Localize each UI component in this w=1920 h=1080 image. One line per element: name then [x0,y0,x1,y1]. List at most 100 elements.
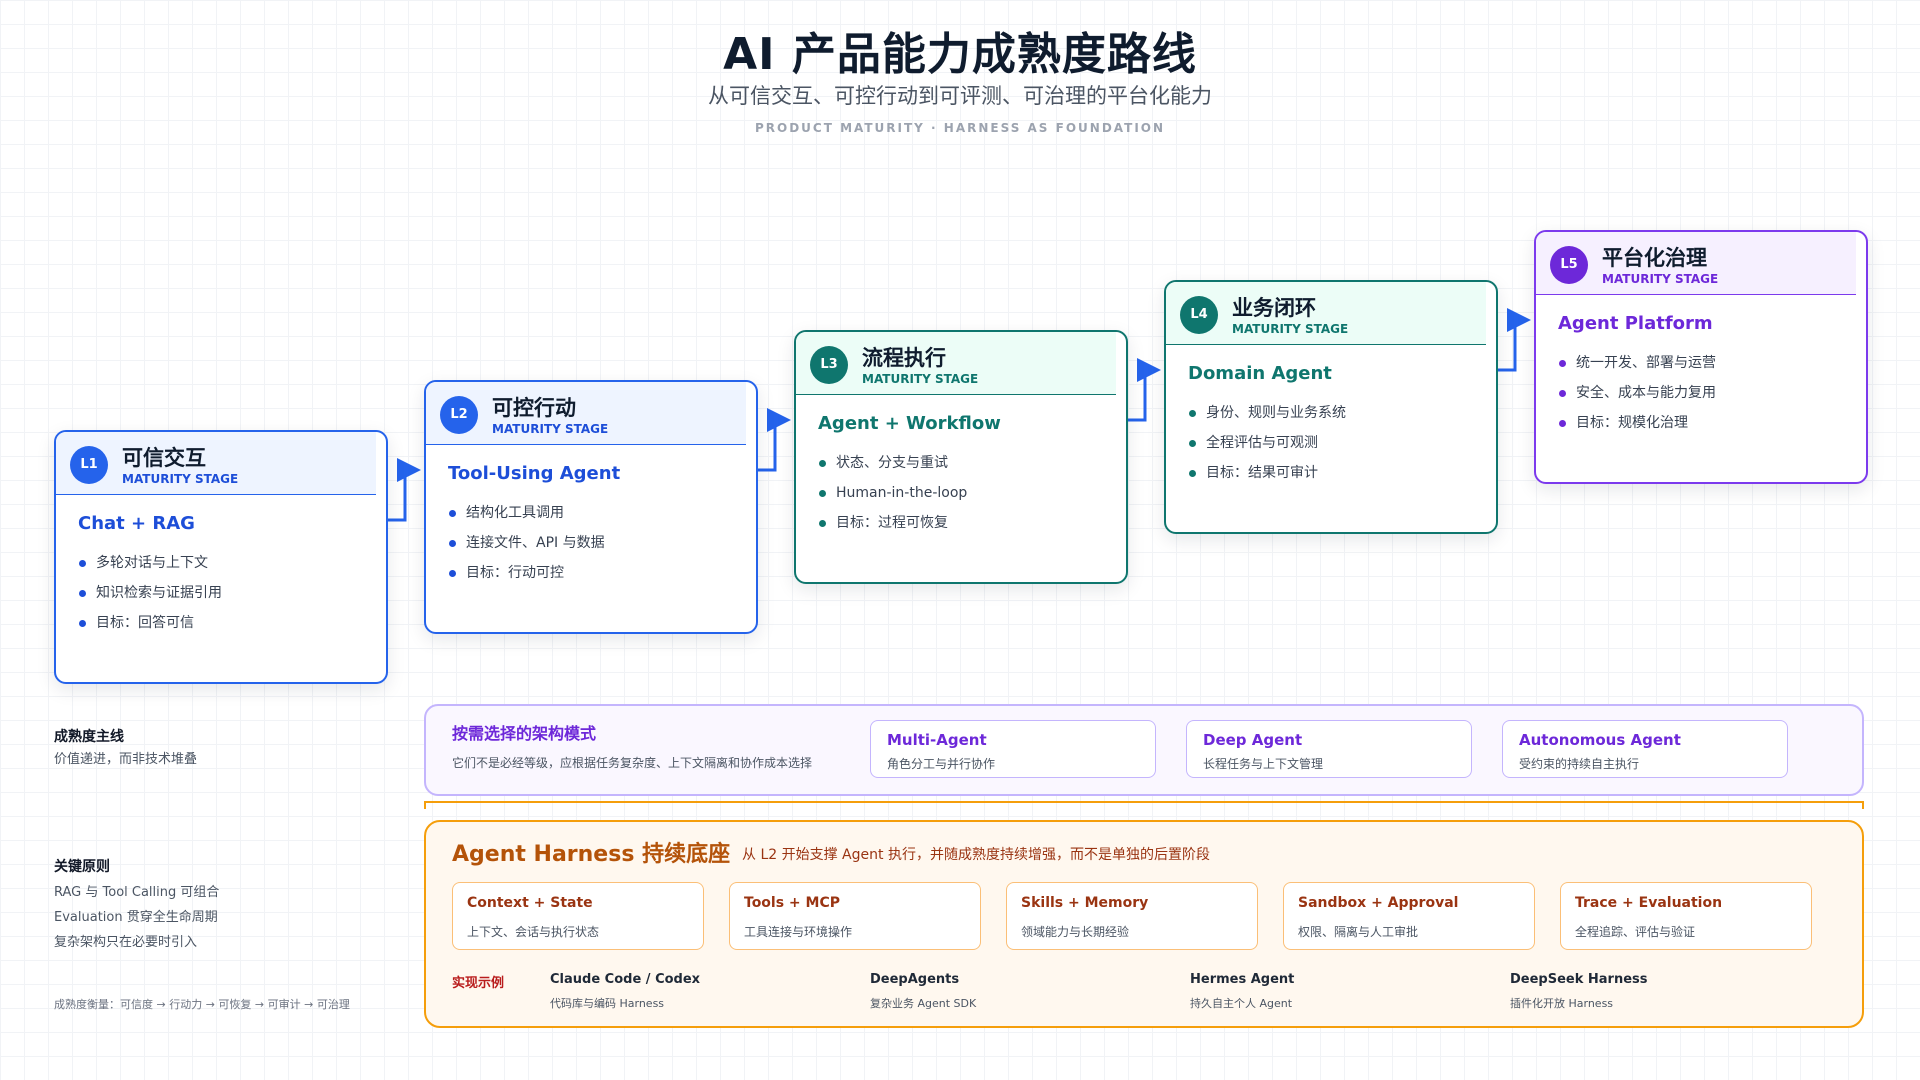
component-desc: 权限、隔离与人工审批 [1298,925,1419,939]
example-name: Hermes Agent [1190,972,1295,987]
level-badge: L5 [1550,246,1588,284]
example-claude-code: Claude Code / Codex 代码库与编码 Harness [550,972,700,1011]
example-desc: 复杂业务 Agent SDK [870,997,977,1010]
level-badge: L4 [1180,296,1218,334]
example-desc: 代码库与编码 Harness [550,997,665,1010]
pattern-name: Autonomous Agent [1519,731,1681,749]
mainline-text: 价值递进，而非技术堆叠 [54,752,198,767]
examples-label: 实现示例 [452,976,505,991]
harness-card-trace: Trace + Evaluation 全程追踪、评估与验证 [1560,882,1812,950]
stage-model: Agent Platform [1558,313,1713,334]
stage-name: 流程执行 [862,346,946,370]
stage-header: L4 业务闭环 MATURITY STAGE [1166,282,1486,345]
stage-name: 可信交互 [122,446,206,470]
principle-item: Evaluation 贯穿全生命周期 [54,910,218,925]
stage-bullet: 连接文件、API 与数据 [448,528,734,558]
stage-card-l2: L2 可控行动 MATURITY STAGE Tool-Using Agent … [424,380,758,634]
component-name: Sandbox + Approval [1298,895,1459,911]
pattern-desc: 角色分工与并行协作 [887,757,996,771]
connector-arrow [755,408,791,472]
pattern-name: Deep Agent [1203,731,1303,749]
stage-bullet: Human-in-the-loop [818,478,1104,508]
stage-bullet: 目标：行动可控 [448,558,734,588]
stage-model: Tool-Using Agent [448,463,621,484]
stage-header: L2 可控行动 MATURITY STAGE [426,382,746,445]
stage-bullet: 知识检索与证据引用 [78,578,364,608]
example-deepagents: DeepAgents 复杂业务 Agent SDK [870,972,976,1011]
mainline-title: 成熟度主线 [54,729,124,745]
example-desc: 持久自主个人 Agent [1190,997,1293,1010]
level-badge: L3 [810,346,848,384]
stage-tag: MATURITY STAGE [122,472,239,486]
stage-model: Chat + RAG [78,513,195,534]
stage-header: L3 流程执行 MATURITY STAGE [796,332,1116,395]
harness-title: Agent Harness 持续底座 [452,842,731,867]
principle-item: RAG 与 Tool Calling 可组合 [54,885,220,900]
example-name: DeepSeek Harness [1510,972,1648,987]
component-name: Context + State [467,895,593,911]
harness-panel: Agent Harness 持续底座 从 L2 开始支撑 Agent 执行，并随… [424,820,1864,1028]
stage-name: 业务闭环 [1232,296,1316,320]
stage-name: 平台化治理 [1602,246,1707,270]
stage-bullet: 全程评估与可观测 [1188,428,1474,458]
component-desc: 领域能力与长期经验 [1021,925,1130,939]
harness-card-tools: Tools + MCP 工具连接与环境操作 [729,882,981,950]
example-hermes-agent: Hermes Agent 持久自主个人 Agent [1190,972,1294,1011]
component-desc: 上下文、会话与执行状态 [467,925,600,939]
stage-bullet: 统一开发、部署与运营 [1558,348,1844,378]
architecture-panel: 按需选择的架构模式 它们不是必经等级，应根据任务复杂度、上下文隔离和协作成本选择… [424,704,1864,796]
architecture-desc: 它们不是必经等级，应根据任务复杂度、上下文隔离和协作成本选择 [452,756,813,770]
stage-tag: MATURITY STAGE [1602,272,1719,286]
stage-tag: MATURITY STAGE [862,372,979,386]
component-desc: 工具连接与环境操作 [744,925,853,939]
connector-arrow [1125,358,1161,422]
stage-bullet: 目标：过程可恢复 [818,508,1104,538]
stage-card-l4: L4 业务闭环 MATURITY STAGE Domain Agent 身份、规… [1164,280,1498,534]
stage-name: 可控行动 [492,396,576,420]
stage-bullet: 状态、分支与重试 [818,448,1104,478]
pattern-desc: 长程任务与上下文管理 [1203,757,1324,771]
pattern-card-autonomous-agent: Autonomous Agent 受约束的持续自主执行 [1502,720,1788,778]
component-name: Tools + MCP [744,895,841,911]
stage-card-l1: L1 可信交互 MATURITY STAGE Chat + RAG 多轮对话与上… [54,430,388,684]
harness-desc: 从 L2 开始支撑 Agent 执行，并随成熟度持续增强，而不是单独的后置阶段 [742,847,1210,863]
example-name: DeepAgents [870,972,960,987]
stage-model: Domain Agent [1188,363,1332,384]
component-name: Trace + Evaluation [1575,895,1723,911]
harness-card-skills: Skills + Memory 领域能力与长期经验 [1006,882,1258,950]
stage-bullet: 多轮对话与上下文 [78,548,364,578]
stage-card-l5: L5 平台化治理 MATURITY STAGE Agent Platform 统… [1534,230,1868,484]
stage-tag: MATURITY STAGE [1232,322,1349,336]
level-badge: L1 [70,446,108,484]
harness-bracket [424,801,1864,809]
connector-arrow [385,458,421,522]
pattern-desc: 受约束的持续自主执行 [1519,757,1640,771]
stage-bullet: 结构化工具调用 [448,498,734,528]
example-desc: 插件化开放 Harness [1510,997,1614,1010]
pattern-name: Multi-Agent [887,731,987,749]
stage-model: Agent + Workflow [818,413,1001,434]
stage-header: L1 可信交互 MATURITY STAGE [56,432,376,495]
pattern-card-deep-agent: Deep Agent 长程任务与上下文管理 [1186,720,1472,778]
principles-title: 关键原则 [54,859,110,875]
stage-bullet: 身份、规则与业务系统 [1188,398,1474,428]
stage-header: L5 平台化治理 MATURITY STAGE [1536,232,1856,295]
stage-card-l3: L3 流程执行 MATURITY STAGE Agent + Workflow … [794,330,1128,584]
component-name: Skills + Memory [1021,895,1149,911]
architecture-title: 按需选择的架构模式 [452,724,597,743]
stage-bullet: 目标：回答可信 [78,608,364,638]
example-name: Claude Code / Codex [550,972,701,987]
principle-item: 复杂架构只在必要时引入 [54,935,198,950]
maturity-measure: 成熟度衡量：可信度 → 行动力 → 可恢复 → 可审计 → 可治理 [54,998,350,1011]
stage-bullet: 安全、成本与能力复用 [1558,378,1844,408]
harness-card-sandbox: Sandbox + Approval 权限、隔离与人工审批 [1283,882,1535,950]
connector-arrow [1495,308,1531,372]
level-badge: L2 [440,396,478,434]
harness-card-context: Context + State 上下文、会话与执行状态 [452,882,704,950]
stage-bullet: 目标：规模化治理 [1558,408,1844,438]
stage-bullet: 目标：结果可审计 [1188,458,1474,488]
component-desc: 全程追踪、评估与验证 [1575,925,1696,939]
pattern-card-multi-agent: Multi-Agent 角色分工与并行协作 [870,720,1156,778]
example-deepseek-harness: DeepSeek Harness 插件化开放 Harness [1510,972,1648,1011]
stage-tag: MATURITY STAGE [492,422,609,436]
